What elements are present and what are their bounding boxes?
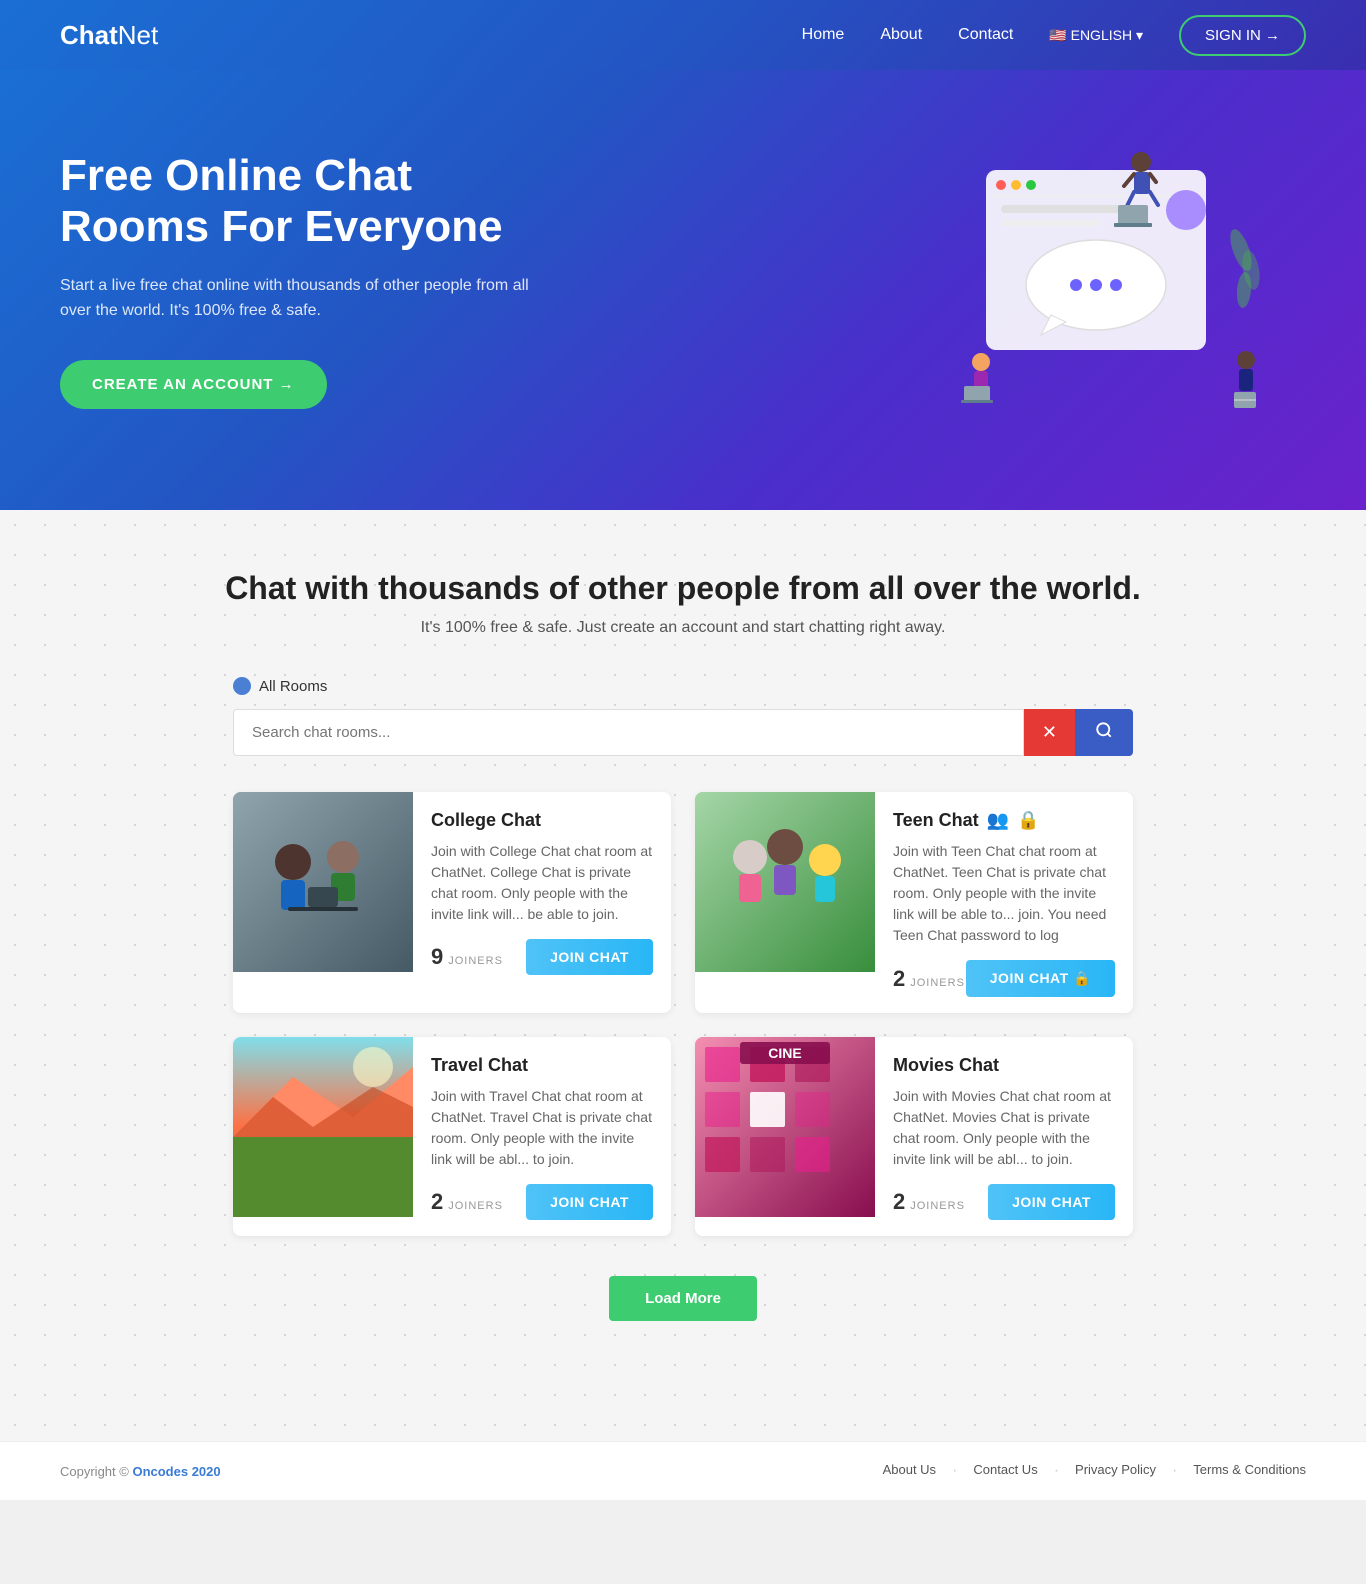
filter-label: All Rooms [259,678,327,695]
card-body-college: College Chat Join with College Chat chat… [413,792,671,991]
hero-illustration [886,130,1306,430]
room-desc-travel: Join with Travel Chat chat room at ChatN… [431,1086,653,1170]
join-button-college[interactable]: JOIN CHAT [526,939,653,975]
hero-section: Free Online Chat Rooms For Everyone Star… [0,70,1366,510]
room-card-travel: Travel Chat Join with Travel Chat chat r… [233,1037,671,1236]
footer-terms[interactable]: Terms & Conditions [1193,1462,1306,1480]
joiner-count-travel: 2 JOINERS [431,1189,503,1215]
joiner-count-movies: 2 JOINERS [893,1189,965,1215]
nav-links: Home About Contact 🇺🇸 ENGLISH ▾ SIGN IN … [802,15,1306,56]
search-submit-button[interactable] [1075,709,1133,756]
room-desc-teen: Join with Teen Chat chat room at ChatNet… [893,841,1115,946]
card-body-travel: Travel Chat Join with Travel Chat chat r… [413,1037,671,1236]
join-button-teen[interactable]: JOIN CHAT 🔒 [966,960,1115,997]
join-button-movies[interactable]: JOIN CHAT [988,1184,1115,1220]
room-card-movies: CINE Movies Chat Join with Movies Chat c… [695,1037,1133,1236]
create-account-button[interactable]: CREATE AN ACCOUNT → [60,360,327,409]
card-footer-travel: 2 JOINERS JOIN CHAT [431,1184,653,1222]
room-desc-movies: Join with Movies Chat chat room at ChatN… [893,1086,1115,1170]
joiner-count-teen: 2 JOINERS [893,966,965,992]
card-top: Teen Chat 👥 🔒 Join with Teen Chat chat r… [695,792,1133,1013]
nav-about[interactable]: About [880,26,922,44]
card-footer-teen: 2 JOINERS JOIN CHAT 🔒 [893,960,1115,999]
search-clear-button[interactable]: ✕ [1024,709,1075,756]
footer-brand-link[interactable]: Oncodes 2020 [132,1464,220,1479]
brand-name-light: Net [118,20,158,50]
hero-title: Free Online Chat Rooms For Everyone [60,151,540,252]
card-top: Travel Chat Join with Travel Chat chat r… [233,1037,671,1236]
footer-about-us[interactable]: About Us [883,1462,936,1480]
search-icon [1095,721,1113,739]
load-more-section: Load More [60,1276,1306,1321]
card-body-teen: Teen Chat 👥 🔒 Join with Teen Chat chat r… [875,792,1133,1013]
footer: Copyright © Oncodes 2020 About Us · Cont… [0,1441,1366,1500]
hero-subtitle: Start a live free chat online with thous… [60,273,540,324]
filter-dot-icon [233,677,251,695]
section-title: Chat with thousands of other people from… [60,570,1306,607]
joiner-count-college: 9 JOINERS [431,944,503,970]
lock-icon: 🔒 [1017,810,1039,831]
footer-contact-us[interactable]: Contact Us [973,1462,1037,1480]
rooms-filter: All Rooms [233,677,1133,695]
room-title-travel: Travel Chat [431,1055,653,1076]
nav-home[interactable]: Home [802,26,845,44]
room-title-movies: Movies Chat [893,1055,1115,1076]
card-top: College Chat Join with College Chat chat… [233,792,671,991]
nav-language[interactable]: 🇺🇸 ENGLISH ▾ [1049,27,1143,44]
room-image-college [233,792,413,972]
svg-text:CINE: CINE [768,1045,801,1061]
rooms-grid: College Chat Join with College Chat chat… [233,792,1133,1236]
footer-links: About Us · Contact Us · Privacy Policy ·… [883,1462,1306,1480]
nav-contact[interactable]: Contact [958,26,1013,44]
footer-divider-2: · [1054,1462,1059,1480]
navbar: ChatNet Home About Contact 🇺🇸 ENGLISH ▾ … [0,0,1366,70]
room-card-college: College Chat Join with College Chat chat… [233,792,671,1013]
card-footer-college: 9 JOINERS JOIN CHAT [431,939,653,977]
card-top: CINE Movies Chat Join with Movies Chat c… [695,1037,1133,1236]
brand-logo[interactable]: ChatNet [60,20,158,51]
join-button-travel[interactable]: JOIN CHAT [526,1184,653,1220]
brand-name-bold: Chat [60,20,118,50]
section-subtitle: It's 100% free & safe. Just create an ac… [60,619,1306,637]
footer-divider-3: · [1172,1462,1177,1480]
footer-divider-1: · [952,1462,957,1480]
room-title-college: College Chat [431,810,653,831]
search-bar: ✕ [233,709,1133,756]
search-input[interactable] [233,709,1024,756]
room-title-teen: Teen Chat 👥 🔒 [893,810,1115,831]
card-footer-movies: 2 JOINERS JOIN CHAT [893,1184,1115,1222]
load-more-button[interactable]: Load More [609,1276,757,1321]
card-body-movies: Movies Chat Join with Movies Chat chat r… [875,1037,1133,1236]
signin-button[interactable]: SIGN IN → [1179,15,1306,56]
room-desc-college: Join with College Chat chat room at Chat… [431,841,653,925]
footer-privacy-policy[interactable]: Privacy Policy [1075,1462,1156,1480]
person-icon: 👥 [987,810,1009,831]
footer-copyright: Copyright © Oncodes 2020 [60,1464,221,1479]
main-content: Chat with thousands of other people from… [0,510,1366,1441]
room-card-teen: Teen Chat 👥 🔒 Join with Teen Chat chat r… [695,792,1133,1013]
room-image-movies: CINE [695,1037,875,1217]
room-image-travel [233,1037,413,1217]
room-image-teen [695,792,875,972]
hero-content: Free Online Chat Rooms For Everyone Star… [60,151,540,408]
